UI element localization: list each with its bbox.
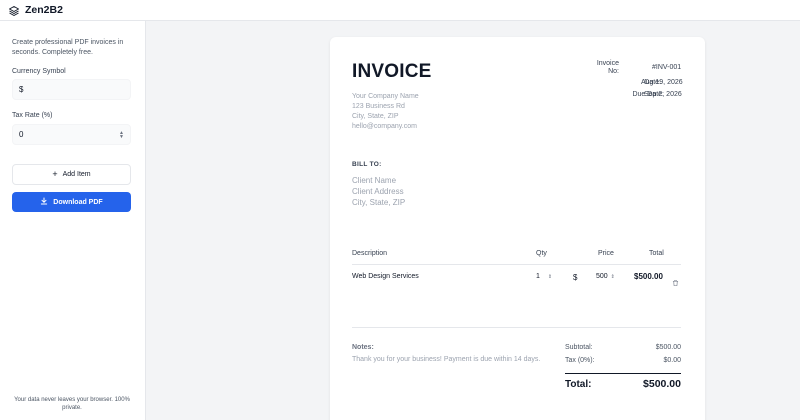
download-pdf-label: Download PDF <box>53 198 103 206</box>
qty-stepper-icon[interactable]: ⇕ <box>548 274 552 280</box>
tagline: Create professional PDF invoices in seco… <box>12 39 124 56</box>
row-description[interactable]: Web Design Services <box>352 273 419 280</box>
company-city[interactable]: City, State, ZIP <box>352 112 419 122</box>
add-item-button[interactable]: + Add Item <box>12 164 131 185</box>
price-stepper-icon[interactable]: ⇕ <box>611 274 615 280</box>
layers-icon <box>8 4 20 16</box>
row-price-input[interactable]: 500 ⇕ <box>596 273 615 280</box>
date-value[interactable]: Aug 19, 2026 <box>641 79 683 86</box>
column-header-price: Price <box>598 250 614 257</box>
total-divider <box>565 373 681 374</box>
total-value: $500.00 <box>643 378 681 390</box>
row-currency: $ <box>573 273 578 282</box>
client-city[interactable]: City, State, ZIP <box>352 197 405 208</box>
tax-rate-value: 0 <box>19 130 24 139</box>
invoice-number-label-line2: No: <box>608 68 619 75</box>
notes-text[interactable]: Thank you for your business! Payment is … <box>352 356 540 363</box>
bill-to-details[interactable]: Client Name Client Address City, State, … <box>352 175 405 208</box>
client-name[interactable]: Client Name <box>352 175 405 186</box>
summary-divider <box>352 327 681 328</box>
currency-value: $ <box>19 85 24 94</box>
invoice-card: INVOICE Your Company Name 123 Business R… <box>330 37 705 420</box>
top-bar: Zen2B2 <box>0 0 800 21</box>
invoice-number-label-line1: Invoice <box>596 60 619 67</box>
tax-label: Tax (0%): <box>565 357 595 364</box>
row-qty-input[interactable]: 1 ⇕ <box>536 273 552 280</box>
column-header-total: Total <box>649 250 664 257</box>
notes-label: Notes: <box>352 344 374 351</box>
company-name[interactable]: Your Company Name <box>352 92 419 102</box>
company-address[interactable]: 123 Business Rd <box>352 102 419 112</box>
company-details[interactable]: Your Company Name 123 Business Rd City, … <box>352 92 419 132</box>
column-header-description: Description <box>352 250 388 257</box>
tax-rate-label: Tax Rate (%) <box>12 112 53 119</box>
column-header-qty: Qty <box>536 250 547 257</box>
plus-icon: + <box>52 169 58 179</box>
row-total: $500.00 <box>634 272 663 281</box>
download-icon <box>40 197 48 207</box>
invoice-number-label: Invoice No: <box>588 60 619 76</box>
row-qty-value: 1 <box>536 273 540 280</box>
due-date-value[interactable]: Sep 2, 2026 <box>644 91 682 98</box>
row-price-value: 500 <box>596 273 608 280</box>
tax-value: $0.00 <box>663 357 681 364</box>
currency-label: Currency Symbol <box>12 68 66 75</box>
privacy-note: Your data never leaves your browser. 100… <box>14 397 130 411</box>
currency-input[interactable]: $ <box>12 79 131 100</box>
bill-to-label: BILL TO: <box>352 161 382 168</box>
client-address[interactable]: Client Address <box>352 186 405 197</box>
trash-icon[interactable] <box>672 274 679 292</box>
stepper-arrows-icon[interactable]: ▲ ▼ <box>119 131 124 140</box>
invoice-number-value[interactable]: #INV-001 <box>652 64 681 71</box>
total-label: Total: <box>565 379 592 390</box>
table-divider <box>352 264 681 265</box>
subtotal-label: Subtotal: <box>565 344 593 351</box>
sidebar: Create professional PDF invoices in seco… <box>0 21 146 420</box>
invoice-heading[interactable]: INVOICE <box>352 61 432 83</box>
app-title: Zen2B2 <box>25 4 63 16</box>
download-pdf-button[interactable]: Download PDF <box>12 192 131 212</box>
tax-rate-input[interactable]: 0 ▲ ▼ <box>12 124 131 145</box>
add-item-label: Add Item <box>62 171 91 178</box>
company-email[interactable]: hello@company.com <box>352 122 419 132</box>
subtotal-value: $500.00 <box>655 344 681 351</box>
